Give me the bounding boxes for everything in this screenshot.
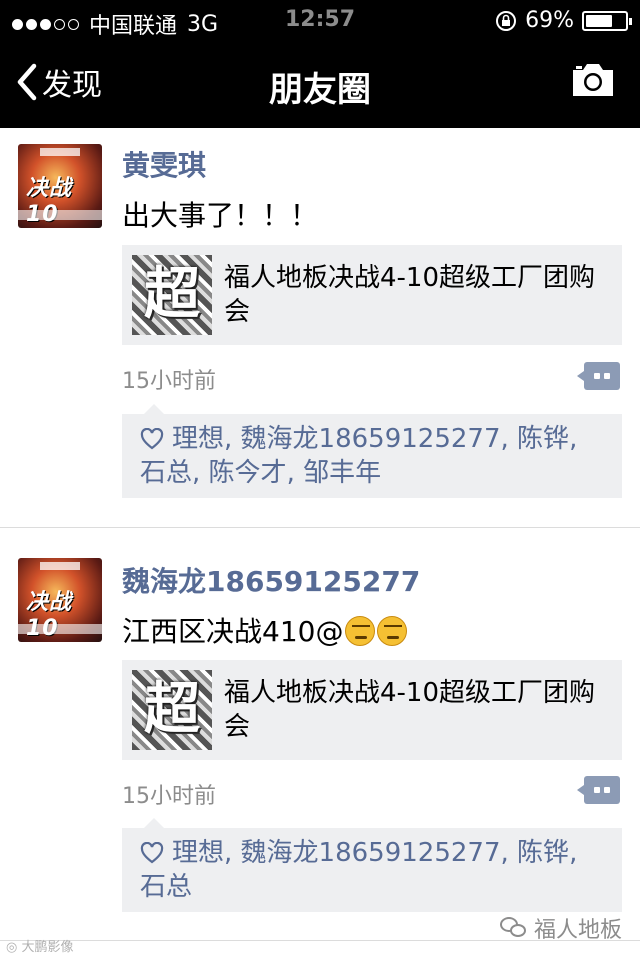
status-bar: 中国联通 3G 12:57 69% [0,0,640,40]
status-right: 69% [495,8,632,33]
comment-icon [594,373,600,379]
shared-link-card[interactable]: 超 福人地板决战4-10超级工厂团购会 [122,660,622,760]
like-name[interactable]: 石总 [140,458,192,488]
likes-list: 理想, 魏海龙18659125277, 陈铧, 石总, 陈今才, 邹丰年 [122,404,622,498]
like-name[interactable]: 陈铧 [517,838,569,868]
likes-list: 理想, 魏海龙18659125277, 陈铧, 石总 [122,818,622,912]
like-name[interactable]: 魏海龙18659125277 [241,424,501,454]
comment-button[interactable] [577,776,620,804]
wechat-watermark: 福人地板 [499,912,622,944]
battery-icon [582,10,632,31]
smirk-emoji-icon [377,616,408,646]
like-name[interactable]: 魏海龙18659125277 [241,838,501,868]
like-name[interactable]: 石总 [140,872,192,902]
page-title: 朋友圈 [269,70,371,110]
weibo-watermark: ◎ 大鹏影像 [6,936,74,955]
like-name[interactable]: 理想 [172,838,224,868]
watermark-left-text: 大鹏影像 [21,940,74,955]
post-text-content: 江西区决战410@ [122,615,344,648]
comment-button[interactable] [577,362,620,390]
like-name[interactable]: 陈今才 [209,458,287,488]
avatar[interactable]: 决战10 [18,558,102,642]
comment-icon [594,787,600,793]
weibo-icon: ◎ [6,940,18,955]
post-time: 15小时前 [122,369,216,394]
post-text: 江西区决战410@ [122,610,408,650]
orientation-lock-icon [496,10,517,31]
link-title: 福人地板决战4-10超级工厂团购会 [224,678,596,742]
like-name[interactable]: 陈铧 [517,424,569,454]
watermark-right-text: 福人地板 [533,918,622,943]
avatar[interactable]: 决战10 [18,144,102,228]
camera-button[interactable] [570,62,616,102]
poster-name[interactable]: 魏海龙18659125277 [122,560,420,600]
post-time: 15小时前 [122,784,216,809]
moment-post: 决战10 魏海龙18659125277 江西区决战410@ 超 福人地板决战4-… [0,528,640,941]
like-name[interactable]: 理想 [172,424,224,454]
link-title: 福人地板决战4-10超级工厂团购会 [224,263,596,327]
link-thumbnail-text: 超 [144,262,200,327]
smirk-emoji-icon [345,616,376,646]
battery-percent: 69% [525,8,574,33]
shared-link-card[interactable]: 超 福人地板决战4-10超级工厂团购会 [122,245,622,345]
camera-icon [573,64,613,96]
like-name[interactable]: 邹丰年 [303,458,381,488]
poster-name[interactable]: 黄雯琪 [122,144,206,184]
post-text: 出大事了！！！ [122,199,319,232]
moment-post: 决战10 黄雯琪 出大事了！！！ 超 福人地板决战4-10超级工厂团购会 15小… [0,128,640,528]
heart-icon [140,428,164,450]
moments-feed: 决战10 黄雯琪 出大事了！！！ 超 福人地板决战4-10超级工厂团购会 15小… [0,128,640,941]
wechat-icon [499,917,528,939]
navigation-bar: 发现 朋友圈 [0,40,640,128]
link-thumbnail-text: 超 [144,677,200,742]
heart-icon [140,842,164,864]
